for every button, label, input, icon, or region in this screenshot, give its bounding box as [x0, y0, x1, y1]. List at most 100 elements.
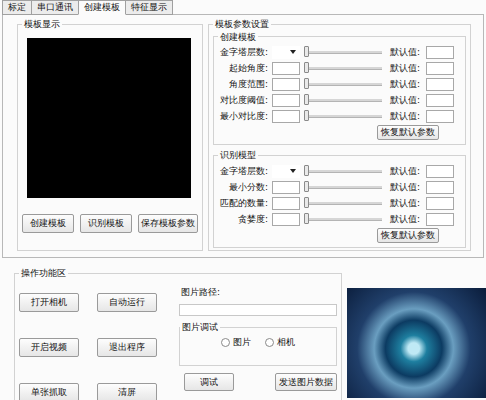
- param-input[interactable]: [272, 213, 300, 226]
- reset-button[interactable]: 恢复默认参数: [377, 228, 439, 243]
- default-label: 默认值:: [390, 198, 422, 209]
- default-input[interactable]: [426, 181, 454, 194]
- param-label: 贪婪度:: [218, 214, 268, 225]
- operation-button[interactable]: 打开相机: [19, 293, 79, 312]
- param-input[interactable]: [272, 78, 300, 91]
- group-title: 操作功能区: [19, 268, 68, 279]
- template-display: [27, 38, 191, 198]
- operations-body: 打开相机自动运行开启视频退出程序单张抓取清屏图片路径:图片调试图片相机调试发送图…: [19, 281, 337, 400]
- param-slider[interactable]: [304, 78, 382, 90]
- operations-buttons: 打开相机自动运行开启视频退出程序单张抓取 清屏: [19, 287, 157, 400]
- param-slider[interactable]: [304, 46, 382, 58]
- radio-label: 相机: [277, 337, 295, 348]
- slider-thumb[interactable]: [304, 78, 309, 89]
- image-controls: 图片路径:图片调试图片相机调试发送图片数据: [179, 287, 337, 400]
- slider-thumb[interactable]: [304, 181, 309, 192]
- default-label: 默认值:: [390, 111, 422, 122]
- default-input[interactable]: [426, 213, 454, 226]
- param-input[interactable]: [272, 197, 300, 210]
- tab[interactable]: 标定: [2, 0, 32, 15]
- default-label: 默认值:: [390, 47, 422, 58]
- default-input[interactable]: [426, 197, 454, 210]
- radio-circle-icon[interactable]: [221, 338, 230, 347]
- operation-button[interactable]: 清屏: [97, 383, 157, 400]
- debug-group: 图片调试图片 相机: [179, 322, 337, 366]
- param-slider[interactable]: [304, 181, 382, 193]
- action-button[interactable]: 发送图片数据: [275, 373, 337, 391]
- default-input[interactable]: [426, 94, 454, 107]
- tab[interactable]: 特征显示: [125, 0, 173, 15]
- reset-row: 恢复默认参数: [218, 228, 461, 243]
- slider-thumb[interactable]: [304, 213, 309, 224]
- param-label: 对比度阈值:: [218, 95, 268, 106]
- param-label: 角度范围:: [218, 79, 268, 90]
- slider-thumb[interactable]: [304, 197, 309, 208]
- template-button[interactable]: 保存模板参数: [138, 214, 198, 233]
- param-slider[interactable]: [304, 62, 382, 74]
- tab-bar: 标定串口通讯创建模板特征显示: [0, 0, 486, 14]
- param-dropdown[interactable]: [272, 165, 300, 178]
- param-input[interactable]: [272, 94, 300, 107]
- default-input[interactable]: [426, 62, 454, 75]
- slider-thumb[interactable]: [304, 62, 309, 73]
- app-window: 标定串口通讯创建模板特征显示模板显示创建模板识别模板保存模板参数模板参数设置创建…: [0, 0, 486, 400]
- default-label: 默认值:: [390, 95, 422, 106]
- template-display-group: 模板显示创建模板识别模板保存模板参数: [17, 19, 203, 251]
- default-label: 默认值:: [390, 182, 422, 193]
- source-radio[interactable]: 图片: [221, 337, 251, 348]
- operation-button[interactable]: 开启视频: [19, 338, 79, 357]
- param-row: 金字塔层数:默认值:: [218, 44, 461, 60]
- action-button[interactable]: 调试: [184, 373, 234, 391]
- param-slider[interactable]: [304, 213, 382, 225]
- slider-thumb[interactable]: [304, 46, 309, 57]
- default-input[interactable]: [426, 78, 454, 91]
- template-button[interactable]: 创建模板: [22, 214, 74, 233]
- default-input[interactable]: [426, 110, 454, 123]
- operation-button[interactable]: 自动运行: [97, 293, 157, 312]
- param-label: 最小对比度:: [218, 111, 268, 122]
- param-row: 角度范围:默认值:: [218, 76, 461, 92]
- radio-circle-icon[interactable]: [265, 338, 274, 347]
- param-input[interactable]: [272, 181, 300, 194]
- param-row: 贪婪度: 默认值:: [218, 211, 461, 227]
- param-slider[interactable]: [304, 94, 382, 106]
- param-row: 最小对比度: 默认值:: [218, 108, 461, 124]
- template-button[interactable]: 识别模板: [80, 214, 132, 233]
- dropdown-arrow-icon: [290, 50, 296, 54]
- path-input[interactable]: [179, 304, 337, 316]
- param-input[interactable]: [272, 110, 300, 123]
- source-radio[interactable]: 相机: [265, 337, 295, 348]
- tab[interactable]: 创建模板: [78, 0, 126, 15]
- param-subgroup: 识别模型金字塔层数:默认值:最小分数:默认值:匹配的数量:默认值:贪婪度:默认值…: [213, 150, 466, 248]
- group-title: 图片调试: [180, 322, 220, 333]
- param-input[interactable]: [272, 62, 300, 75]
- operation-button[interactable]: 单张抓取: [19, 383, 79, 400]
- reset-button[interactable]: 恢复默认参数: [377, 125, 439, 140]
- group-title: 模板参数设置: [213, 19, 271, 30]
- param-subgroup: 创建模板金字塔层数:默认值:起始角度:默认值:角度范围:默认值:对比度阈值:默认…: [213, 32, 466, 146]
- slider-thumb[interactable]: [304, 110, 309, 121]
- param-slider[interactable]: [304, 197, 382, 209]
- param-slider[interactable]: [304, 110, 382, 122]
- param-slider[interactable]: [304, 165, 382, 177]
- subgroup-title: 识别模型: [218, 150, 258, 161]
- subgroup-title: 创建模板: [218, 32, 258, 43]
- param-dropdown[interactable]: [272, 46, 300, 59]
- param-label: 最小分数:: [218, 182, 268, 193]
- default-label: 默认值:: [390, 63, 422, 74]
- param-row: 对比度阈值: 默认值:: [218, 92, 461, 108]
- param-label: 匹配的数量:: [218, 198, 268, 209]
- group-title: 模板显示: [22, 19, 62, 30]
- default-label: 默认值:: [390, 166, 422, 177]
- operation-button[interactable]: 退出程序: [97, 338, 157, 357]
- action-row: 调试 发送图片数据: [179, 373, 337, 391]
- slider-thumb[interactable]: [304, 165, 309, 176]
- tab[interactable]: 串口通讯: [31, 0, 79, 15]
- param-label: 起始角度:: [218, 63, 268, 74]
- slider-thumb[interactable]: [304, 94, 309, 105]
- default-input[interactable]: [426, 165, 454, 178]
- default-input[interactable]: [426, 46, 454, 59]
- eye-photo: [347, 288, 486, 398]
- operations-group: 操作功能区打开相机自动运行开启视频退出程序单张抓取清屏图片路径:图片调试图片相机…: [14, 268, 342, 400]
- default-label: 默认值:: [390, 214, 422, 225]
